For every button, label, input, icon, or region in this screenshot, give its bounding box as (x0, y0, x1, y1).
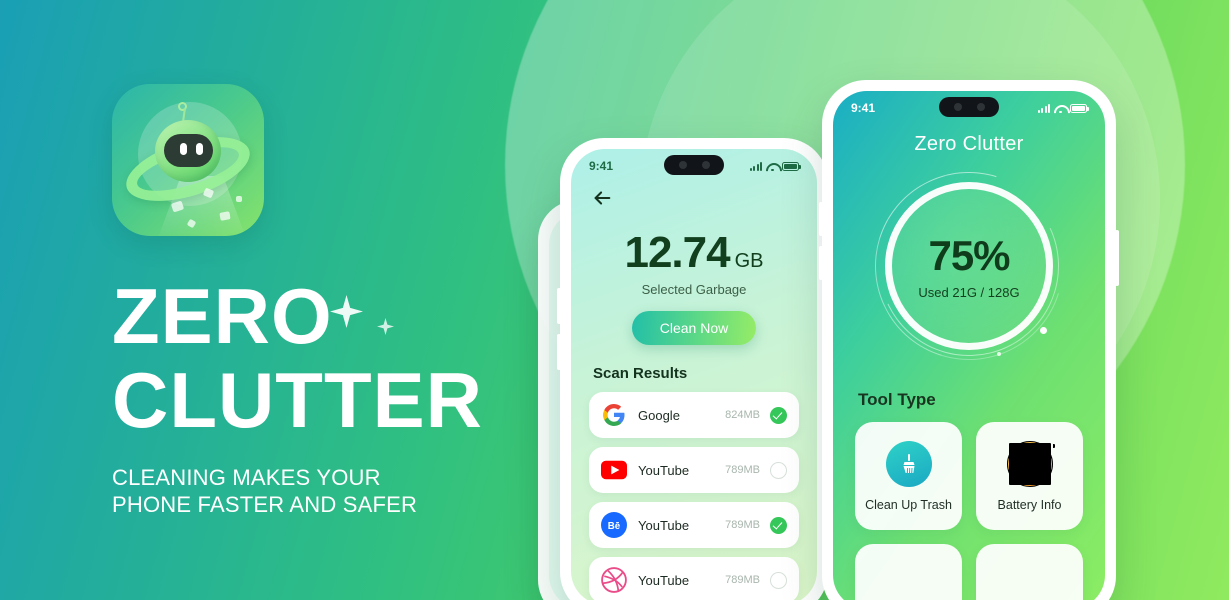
dynamic-island (939, 97, 999, 117)
storage-gauge: 75% Used 21G / 128G (841, 138, 1097, 394)
app-size: 789MB (725, 574, 760, 586)
app-size: 824MB (725, 409, 760, 421)
scan-results-phone-mockup: 9:41 12.74GB Selected Garbage Clean Now (557, 138, 831, 600)
volume-up-button[interactable] (819, 202, 823, 236)
face-id-sensor-icon (701, 161, 710, 169)
status-bar: 9:41 (833, 91, 1105, 117)
status-icons (749, 161, 801, 171)
app-title: Zero Clutter (914, 133, 1024, 155)
tool-card-battery-info[interactable]: Battery Info (976, 422, 1083, 530)
power-button[interactable] (1115, 230, 1119, 286)
volume-down-button[interactable] (819, 246, 823, 280)
storage-value: 12.74 (624, 228, 730, 277)
volume-up-button[interactable] (557, 288, 561, 324)
cellular-signal-icon (749, 161, 762, 171)
tool-card-placeholder[interactable] (855, 544, 962, 600)
list-item[interactable]: Google 824MB (589, 392, 799, 438)
checkbox-unchecked-icon[interactable] (770, 461, 787, 479)
youtube-icon (601, 457, 627, 483)
page-title: ZERO CLUTTER (112, 277, 532, 445)
branding-block: ZERO CLUTTER CLEANING MAKES YOUR PHONE F… (112, 84, 532, 519)
wifi-icon (766, 162, 778, 171)
clean-now-button[interactable]: Clean Now (632, 311, 756, 345)
scan-results-screen: 9:41 12.74GB Selected Garbage Clean Now (571, 149, 817, 600)
battery-icon (1070, 103, 1089, 113)
icon-trash-particle (219, 211, 231, 221)
icon-robot-visor (164, 134, 213, 167)
tool-card-label: Clean Up Trash (865, 497, 952, 512)
face-id-sensor-icon (976, 103, 985, 111)
tool-type-title: Tool Type (858, 390, 936, 409)
gauge-percent: 75% (928, 232, 1010, 279)
checkbox-unchecked-icon[interactable] (770, 571, 787, 589)
dribbble-icon (601, 567, 627, 593)
camera-lens-icon (953, 103, 962, 111)
list-item[interactable]: YouTube 789MB (589, 447, 799, 493)
scan-results-title: Scan Results (593, 365, 688, 382)
google-icon (601, 402, 627, 428)
tool-type-grid: Clean Up Trash Battery Info (833, 422, 1105, 600)
tool-card-placeholder[interactable] (976, 544, 1083, 600)
app-size: 789MB (725, 519, 760, 531)
status-icons (1037, 103, 1089, 113)
behance-icon: Bē (601, 512, 627, 538)
camera-lens-icon (678, 161, 687, 169)
app-icon (112, 84, 264, 236)
svg-text:Bē: Bē (608, 521, 621, 532)
battery-icon (782, 161, 801, 171)
gauge-used-label: Used 21G / 128G (918, 285, 1020, 300)
dashboard-phone-mockup: 9:41 Zero Clutter 75% Used 21G / 128G To… (819, 80, 1119, 600)
subtitle-line-2: PHONE FASTER AND SAFER (112, 491, 418, 517)
storage-readout: 12.74 GB (571, 228, 817, 278)
battery-bolt-icon (1006, 440, 1055, 487)
back-arrow-icon[interactable] (591, 187, 613, 209)
icon-robot-eye-left (180, 143, 187, 155)
status-time: 9:41 (589, 159, 614, 173)
tool-card-clean-up-trash[interactable]: Clean Up Trash (855, 422, 962, 530)
app-name: YouTube (638, 572, 690, 588)
tool-card-label: Battery Info (997, 497, 1062, 512)
icon-trash-particle (236, 196, 242, 202)
subtitle-line-1: CLEANING MAKES YOUR (112, 464, 381, 490)
dynamic-island (664, 155, 724, 175)
promo-banner: ZERO CLUTTER CLEANING MAKES YOUR PHONE F… (0, 0, 1229, 600)
cellular-signal-icon (1037, 103, 1050, 113)
broom-icon (885, 440, 932, 487)
checkbox-checked-icon[interactable] (770, 406, 787, 424)
headline-line-2: CLUTTER (112, 356, 483, 445)
storage-caption: Selected Garbage (641, 282, 747, 297)
status-bar: 9:41 (571, 149, 817, 175)
app-name: YouTube (638, 517, 690, 533)
checkbox-checked-icon[interactable] (770, 516, 787, 534)
status-time: 9:41 (851, 101, 876, 115)
app-size: 789MB (725, 464, 760, 476)
headline-line-1: ZERO (112, 272, 333, 360)
list-item[interactable]: YouTube 789MB (589, 557, 799, 600)
page-subtitle: CLEANING MAKES YOUR PHONE FASTER AND SAF… (112, 465, 532, 519)
volume-down-button[interactable] (557, 334, 561, 370)
app-name: Google (638, 407, 680, 423)
app-name: YouTube (638, 462, 690, 478)
wifi-icon (1054, 104, 1066, 113)
dashboard-screen: 9:41 Zero Clutter 75% Used 21G / 128G To… (833, 91, 1105, 600)
storage-unit: GB (734, 250, 764, 272)
list-item[interactable]: Bē YouTube 789MB (589, 502, 799, 548)
gauge-center-labels: 75% Used 21G / 128G (875, 172, 1063, 360)
scan-results-list: Google 824MB YouTube 789MB Bē YouTube 78… (571, 392, 817, 600)
icon-robot-eye-right (196, 143, 203, 155)
